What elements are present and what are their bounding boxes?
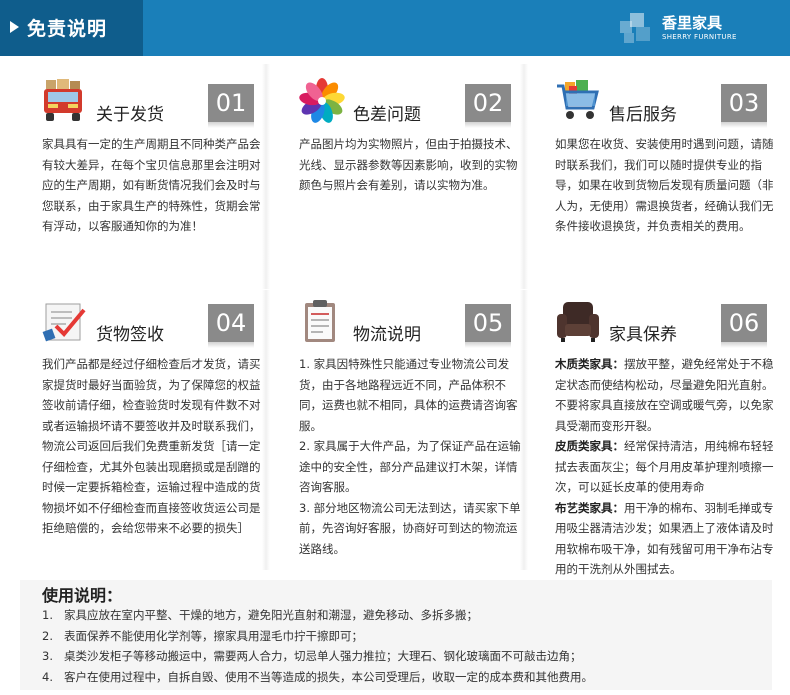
card-text: 产品图片均为实物照片，但由于拍摄技术、光线、显示器参数等因素影响，收到的实物颜色… (299, 134, 521, 196)
card-title: 色差问题 (353, 105, 421, 125)
card-paragraph: 1. 家具因特殊性只能通过专业物流公司发货，由于各地路程远近不同，产品体积不同，… (299, 357, 518, 433)
card-number-badge: 06 (721, 304, 767, 348)
card-title: 物流说明 (353, 325, 421, 345)
card-number-badge: 01 (208, 84, 254, 128)
usage-list: 1. 家具应放在室内平整、干燥的地方，避免阳光直射和潮湿，避免移动、多拆多搬； 2… (42, 605, 772, 687)
card-text: 木质类家具：摆放平整，避免经常处于不稳定状态而使结构松动，尽量避免阳光直射。不要… (555, 354, 777, 580)
card-paragraph: 3. 部分地区物流公司无法到达，请买家下单前，先咨询好客服，协商好可到达的物流运… (299, 500, 521, 556)
logo-squares-icon (620, 13, 652, 43)
header-tab: 免责说明 (0, 0, 143, 56)
shopping-cart-icon (555, 78, 601, 124)
column-divider (520, 290, 528, 570)
brand-logo: 香里家具 SHERRY FURNITURE (620, 11, 760, 45)
card-number-badge: 04 (208, 304, 254, 348)
triangle-right-icon (10, 21, 19, 33)
card-paragraph: 2. 家具属于大件产品，为了保证产品在运输途中的安全性，部分产品建议打木架，详情… (299, 439, 521, 494)
card-title: 关于发货 (96, 105, 164, 125)
list-item-number: 2. (42, 628, 53, 643)
usage-title: 使用说明： (42, 586, 123, 605)
usage-instructions: 使用说明： 1. 家具应放在室内平整、干燥的地方，避免阳光直射和潮湿，避免移动、多… (20, 580, 772, 690)
card-title: 售后服务 (609, 105, 677, 125)
list-item-number: 4. (42, 669, 53, 684)
card-number-badge: 05 (465, 304, 511, 348)
list-item: 2. 表面保养不能使用化学剂等，擦家具用湿毛巾拧干擦即可； (42, 626, 772, 647)
list-item-text: 表面保养不能使用化学剂等，擦家具用湿毛巾拧干擦即可； (64, 628, 363, 643)
list-item: 1. 家具应放在室内平整、干燥的地方，避免阳光直射和潮湿，避免移动、多拆多搬； (42, 605, 772, 626)
card-paragraph: 我们产品都是经过仔细检查后才发货，请买家提货时最好当面验货，为了保障您的权益签收… (42, 357, 261, 535)
page-title-text: 免责说明 (27, 18, 108, 40)
sign-checkmark-icon (42, 298, 88, 344)
card-text: 1. 家具因特殊性只能通过专业物流公司发货，由于各地路程远近不同，产品体积不同，… (299, 354, 521, 559)
list-item-number: 1. (42, 608, 53, 622)
clipboard-icon (299, 298, 345, 344)
logo-name: 香里家具 (662, 14, 723, 32)
color-wheel-icon (299, 78, 345, 124)
delivery-truck-icon (42, 78, 88, 124)
card-paragraph: 产品图片均为实物照片，但由于拍摄技术、光线、显示器参数等因素影响，收到的实物颜色… (299, 137, 518, 192)
column-divider (520, 64, 528, 289)
card-paragraph: 家具具有一定的生产周期且不同种类产品会有较大差异，在每个宝贝信息那里会注明对应的… (42, 137, 261, 233)
list-item-text: 客户在使用过程中，自拆自毁、使用不当等造成的损失，本公司受理后，收取一定的成本费… (64, 669, 593, 684)
list-item-number: 3. (42, 649, 53, 663)
card-number-badge: 03 (721, 84, 767, 128)
card-title: 家具保养 (609, 325, 677, 345)
logo-subtitle: SHERRY FURNITURE (662, 33, 737, 41)
card-text: 我们产品都是经过仔细检查后才发货，请买家提货时最好当面验货，为了保障您的权益签收… (42, 354, 264, 539)
page-header: 免责说明 香里家具 SHERRY FURNITURE (0, 0, 790, 56)
list-item: 4. 客户在使用过程中，自拆自毁、使用不当等造成的损失，本公司受理后，收取一定的成… (42, 667, 772, 688)
care-section-leather: 皮质类家具：经常保持清洁，用纯棉布轻轻拭去表面灰尘；每个月用皮革护理剂喷擦一次，… (555, 436, 777, 498)
care-label: 布艺类家具： (555, 500, 624, 515)
care-section-wood: 木质类家具：摆放平整，避免经常处于不稳定状态而使结构松动，尽量避免阳光直射。不要… (555, 354, 777, 436)
card-text: 家具具有一定的生产周期且不同种类产品会有较大差异，在每个宝贝信息那里会注明对应的… (42, 134, 264, 237)
page-title: 免责说明 (10, 14, 107, 41)
care-label: 皮质类家具： (555, 439, 624, 453)
card-text: 如果您在收货、安装使用时遇到问题，请随时联系我们，我们可以随时提供专业的指导，如… (555, 134, 777, 237)
armchair-icon (555, 298, 601, 344)
card-paragraph: 如果您在收货、安装使用时遇到问题，请随时联系我们，我们可以随时提供专业的指导，如… (555, 137, 774, 233)
list-item-text: 桌类沙发柜子等移动搬运中，需要两人合力，切忌单人强力推拉；大理石、钢化玻璃面不可… (64, 649, 582, 663)
card-title: 货物签收 (96, 325, 164, 345)
card-number-badge: 02 (465, 84, 511, 128)
care-section-fabric: 布艺类家具：用干净的棉布、羽制毛掸或专用吸尘器清洁沙发；如果洒上了液体请及时用软… (555, 498, 777, 580)
care-label: 木质类家具： (555, 357, 624, 371)
list-item-text: 家具应放在室内平整、干燥的地方，避免阳光直射和潮湿，避免移动、多拆多搬； (64, 608, 478, 622)
list-item: 3. 桌类沙发柜子等移动搬运中，需要两人合力，切忌单人强力推拉；大理石、钢化玻璃面… (42, 646, 772, 667)
